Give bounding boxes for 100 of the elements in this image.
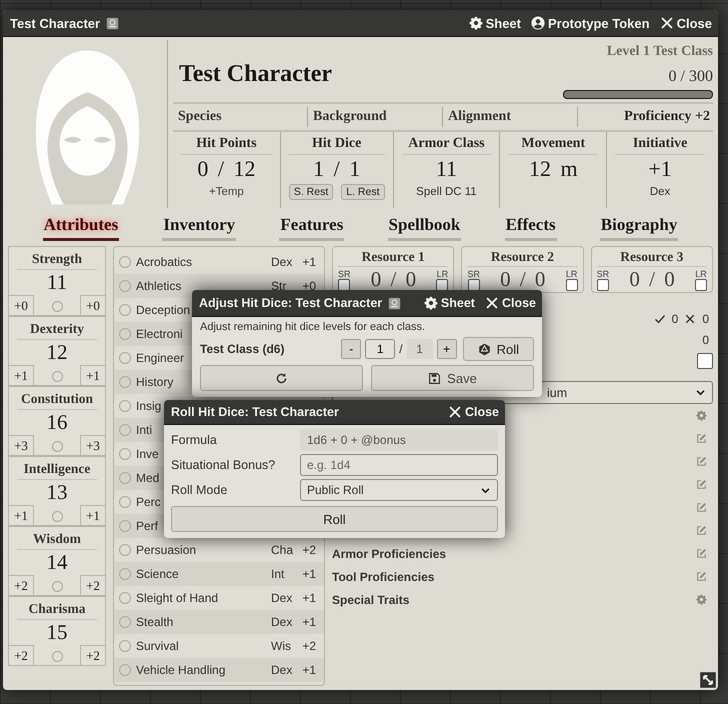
skill-name[interactable]: Athletics [136, 279, 182, 293]
skill-name[interactable]: Inti [136, 423, 152, 437]
proficiency-toggle[interactable] [119, 568, 131, 580]
resize-handle-icon[interactable] [700, 672, 716, 688]
proficiency-toggle[interactable] [119, 616, 131, 628]
close-link[interactable]: Close [484, 296, 536, 310]
hit-dice-field[interactable]: 1 [365, 339, 396, 359]
rest-button[interactable]: L. Rest [341, 184, 385, 200]
proficiency-toggle[interactable] [119, 280, 131, 292]
save-button[interactable]: Save [371, 365, 534, 391]
skill-name[interactable]: Acrobatics [136, 255, 192, 269]
roll-mode-dropdown[interactable]: Public Roll [300, 479, 498, 501]
trait-label: Tool Proficiencies [332, 570, 436, 584]
text-field[interactable]: Background [308, 107, 443, 127]
proficiency-toggle[interactable] [119, 592, 131, 604]
cross-icon [684, 312, 696, 324]
text-field[interactable]: Alignment [443, 107, 578, 127]
proficiency-toggle[interactable] [119, 400, 131, 412]
tab[interactable]: Biography [600, 211, 678, 241]
edit-icon[interactable] [696, 525, 707, 536]
skill-name[interactable]: Med [136, 471, 160, 485]
proficiency-toggle[interactable] [119, 304, 131, 316]
proficiency-toggle[interactable] [119, 520, 131, 532]
proficiency-toggle[interactable] [52, 511, 62, 522]
skill-name[interactable]: Vehicle Handling [136, 663, 226, 677]
roll-button[interactable]: Roll [171, 506, 498, 532]
tab[interactable]: Attributes [42, 211, 120, 241]
settings-icon[interactable] [696, 410, 707, 421]
saving-throw-modifier: +2 [80, 645, 105, 665]
close-link[interactable]: Close [660, 16, 712, 30]
checkbox[interactable] [697, 353, 713, 369]
ability-modifier: +3 [9, 435, 34, 455]
skill-name[interactable]: Persuasion [136, 543, 196, 557]
checkbox[interactable] [338, 278, 350, 290]
checkbox[interactable] [566, 278, 578, 290]
increment-button[interactable]: + [436, 339, 457, 359]
settings-icon[interactable] [696, 594, 707, 605]
edit-icon[interactable] [696, 479, 707, 490]
proficiency-toggle[interactable] [52, 441, 62, 452]
checkbox[interactable] [596, 278, 609, 290]
skill-ability: Str [271, 279, 288, 293]
window-title: Test Character [10, 16, 100, 30]
edit-icon[interactable] [696, 433, 707, 444]
proficiency-toggle[interactable] [52, 371, 62, 382]
skill-name[interactable]: Perf [136, 519, 158, 533]
header-link[interactable]: Sheet [468, 16, 521, 30]
proficiency-toggle[interactable] [119, 544, 131, 556]
edit-icon[interactable] [696, 456, 707, 467]
tab[interactable]: Effects [504, 211, 557, 241]
skill-name[interactable]: Inve [136, 447, 159, 461]
edit-icon[interactable] [696, 571, 707, 582]
decrement-button[interactable]: - [341, 339, 362, 359]
recovery-label: SR [338, 268, 351, 278]
close-link[interactable]: Close [448, 405, 499, 419]
edit-icon[interactable] [696, 548, 707, 559]
proficiency-toggle[interactable] [119, 376, 131, 388]
proficiency-toggle[interactable] [119, 496, 131, 508]
skill-name[interactable]: History [136, 375, 174, 389]
skill-name[interactable]: Perc [136, 495, 161, 509]
text-field[interactable]: Species [173, 107, 308, 127]
skill-name[interactable]: Electroni [136, 327, 183, 341]
tab[interactable]: Features [279, 211, 344, 241]
edit-icon[interactable] [696, 502, 707, 513]
ability-score: 12 [46, 340, 68, 364]
bonus-field[interactable]: e.g. 1d4 [300, 454, 498, 476]
skill-name[interactable]: Survival [136, 639, 179, 653]
proficiency-toggle[interactable] [119, 472, 131, 484]
skill-name[interactable]: Science [136, 567, 179, 581]
header-link[interactable]: Prototype Token [530, 16, 650, 30]
ability-score: 16 [46, 410, 68, 434]
tab[interactable]: Spellbook [388, 211, 462, 241]
skill-name[interactable]: Engineer [136, 351, 184, 365]
proficiency-toggle[interactable] [119, 256, 131, 268]
experience-value: 0 / 300 [668, 68, 713, 86]
skill-name[interactable]: Stealth [136, 615, 174, 629]
tab[interactable]: Inventory [162, 211, 236, 241]
recovery-label: SR [467, 268, 480, 278]
counter-value: 0 [702, 332, 709, 346]
proficiency-toggle[interactable] [52, 301, 62, 312]
resource-value: 0 / 0 [629, 267, 675, 292]
skill-name[interactable]: Insig [136, 399, 162, 413]
proficiency-toggle[interactable] [119, 424, 131, 436]
proficiency-toggle[interactable] [119, 640, 131, 652]
reset-button[interactable] [200, 365, 363, 391]
proficiency-toggle[interactable] [119, 448, 131, 460]
checkbox[interactable] [694, 278, 707, 290]
temp-hp-field[interactable]: +Temp [196, 186, 256, 198]
proficiency-toggle[interactable] [119, 664, 131, 676]
proficiency-toggle[interactable] [119, 352, 131, 364]
checkbox[interactable] [468, 278, 480, 290]
checkbox[interactable] [436, 278, 448, 290]
skill-name[interactable]: Deception [136, 303, 190, 317]
proficiency-toggle[interactable] [52, 651, 62, 662]
formula-field[interactable]: 1d6 + 0 + @bonus [300, 429, 498, 451]
proficiency-toggle[interactable] [119, 328, 131, 340]
proficiency-toggle[interactable] [52, 581, 62, 592]
header-link[interactable]: Sheet [424, 296, 475, 310]
roll-button[interactable]: Roll [462, 337, 534, 361]
rest-button[interactable]: S. Rest [288, 184, 334, 200]
skill-name[interactable]: Sleight of Hand [136, 591, 218, 605]
